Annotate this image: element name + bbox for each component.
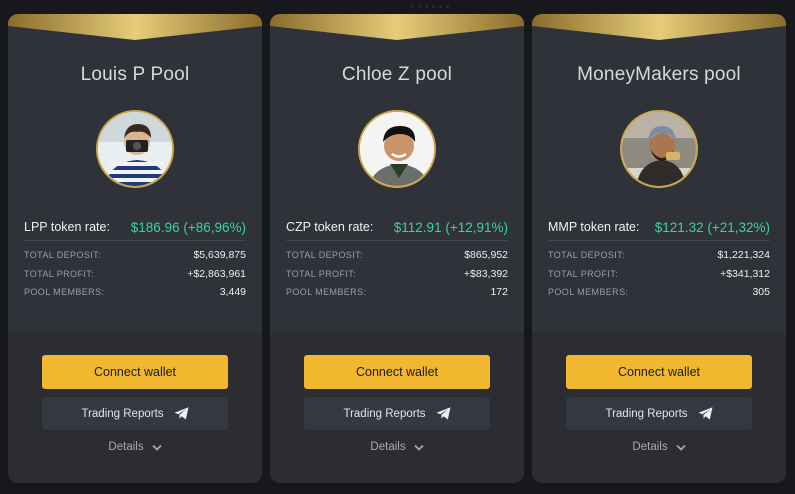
token-rate-value: $112.91 (+12,91%) [393,219,508,235]
divider [286,240,508,241]
trading-reports-button[interactable]: Trading Reports [42,397,228,430]
token-rate-row: MMP token rate: $121.32 (+21,32%) [548,217,770,237]
chevron-down-icon [151,444,162,451]
stat-value: 172 [490,286,508,299]
details-toggle[interactable]: Details [270,441,524,453]
trading-reports-label: Trading Reports [81,407,164,420]
divider [24,240,246,241]
stat-label: TOTAL PROFIT: [548,268,619,279]
pool-title: Louis P Pool [80,64,190,85]
stat-total-profit: TOTAL PROFIT: +$341,312 [548,265,770,284]
pool-stats: TOTAL DEPOSIT: $865,952 TOTAL PROFIT: +$… [286,246,508,302]
pool-avatar [96,110,174,188]
telegram-send-icon [174,407,189,420]
stat-value: 3,449 [219,286,246,299]
stat-value: $865,952 [464,249,508,262]
details-label: Details [632,441,668,453]
connect-wallet-button[interactable]: Connect wallet [566,355,752,389]
token-rate-label: MMP token rate: [548,220,640,234]
stat-label: TOTAL DEPOSIT: [548,250,625,261]
stat-label: TOTAL PROFIT: [286,268,357,279]
stat-pool-members: POOL MEMBERS: 172 [286,283,508,302]
pool-title: MoneyMakers pool [577,64,741,85]
stat-value: +$83,392 [463,267,508,280]
pool-card: Louis P Pool LPP token rate: $186.96 (+8… [8,14,262,483]
stat-value: $1,221,324 [717,249,770,262]
trading-reports-button[interactable]: Trading Reports [566,397,752,430]
stat-label: TOTAL PROFIT: [24,268,95,279]
stat-label: TOTAL DEPOSIT: [24,250,101,261]
stat-value: +$341,312 [720,267,770,280]
token-rate-value: $121.32 (+21,32%) [654,219,770,235]
stat-pool-members: POOL MEMBERS: 3,449 [24,283,246,302]
pool-avatar [358,110,436,188]
token-rate-value: $186.96 (+86,96%) [130,219,246,235]
top-notch [400,0,460,12]
pool-stats: TOTAL DEPOSIT: $5,639,875 TOTAL PROFIT: … [24,246,246,302]
gold-band [532,14,786,40]
pool-card: Chloe Z pool CZP token rate: $112.91 (+1… [270,14,524,483]
token-rate-label: CZP token rate: [286,220,374,234]
stat-label: TOTAL DEPOSIT: [286,250,363,261]
stat-label: POOL MEMBERS: [24,287,105,298]
divider [548,240,770,241]
trading-reports-button[interactable]: Trading Reports [304,397,490,430]
pool-title: Chloe Z pool [341,64,453,85]
chevron-down-icon [413,444,424,451]
pool-stats: TOTAL DEPOSIT: $1,221,324 TOTAL PROFIT: … [548,246,770,302]
connect-wallet-button[interactable]: Connect wallet [42,355,228,389]
telegram-send-icon [436,407,451,420]
details-toggle[interactable]: Details [532,441,786,453]
stat-label: POOL MEMBERS: [286,287,367,298]
connect-wallet-button[interactable]: Connect wallet [304,355,490,389]
stat-value: $5,639,875 [193,249,246,262]
stat-value: +$2,863,961 [187,267,246,280]
token-rate-label: LPP token rate: [24,220,110,234]
trading-reports-label: Trading Reports [343,407,426,420]
stat-value: 305 [752,286,770,299]
stat-total-profit: TOTAL PROFIT: +$83,392 [286,265,508,284]
details-label: Details [370,441,406,453]
gold-band [270,14,524,40]
token-rate-row: LPP token rate: $186.96 (+86,96%) [24,217,246,237]
trading-reports-label: Trading Reports [605,407,688,420]
token-rate-row: CZP token rate: $112.91 (+12,91%) [286,217,508,237]
stat-label: POOL MEMBERS: [548,287,629,298]
stat-total-deposit: TOTAL DEPOSIT: $1,221,324 [548,246,770,265]
pool-card: MoneyMakers pool MMP token rate: $121.32… [532,14,786,483]
details-toggle[interactable]: Details [8,441,262,453]
details-label: Details [108,441,144,453]
gold-band [8,14,262,40]
pool-avatar [620,110,698,188]
chevron-down-icon [675,444,686,451]
telegram-send-icon [698,407,713,420]
stat-total-profit: TOTAL PROFIT: +$2,863,961 [24,265,246,284]
stat-pool-members: POOL MEMBERS: 305 [548,283,770,302]
stat-total-deposit: TOTAL DEPOSIT: $865,952 [286,246,508,265]
stat-total-deposit: TOTAL DEPOSIT: $5,639,875 [24,246,246,265]
